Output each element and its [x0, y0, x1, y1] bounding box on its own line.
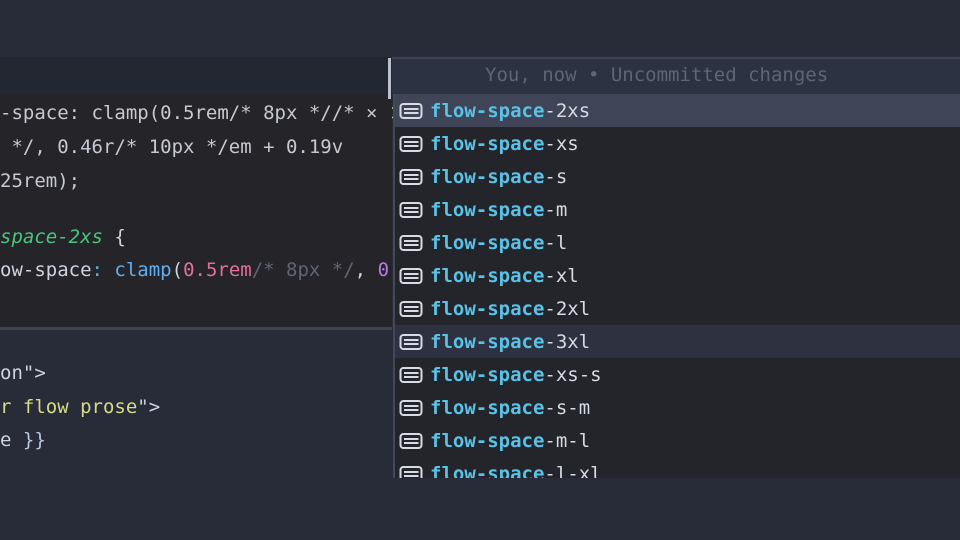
- code-token: 0: [378, 259, 389, 281]
- suggestion-item-flow-space-l[interactable]: flow-space-l: [395, 226, 960, 259]
- suggestion-item-flow-space-3xl[interactable]: flow-space-3xl: [395, 325, 960, 358]
- suggestion-match-text: flow-space: [430, 331, 544, 353]
- suggestion-item-flow-space-l-xl[interactable]: flow-space-l-xl: [395, 457, 960, 478]
- suggestion-kind-icon: [399, 102, 423, 120]
- docs-text-line: */, 0.46r/* 10px */em + 0.19v: [0, 130, 392, 164]
- suggestion-rest-text: -3xl: [544, 331, 590, 353]
- code-token: {: [103, 226, 126, 248]
- suggestion-item-flow-space-m[interactable]: flow-space-m: [395, 193, 960, 226]
- code-editor: on spot-color-primary flow-space"> You, …: [0, 0, 960, 540]
- suggestion-match-text: flow-space: [430, 298, 544, 320]
- docs-text-line: 25rem);: [0, 164, 392, 198]
- code-token: r flow prose: [0, 396, 137, 418]
- code-token: [103, 259, 114, 281]
- code-token: }}: [23, 429, 46, 451]
- code-token: ,: [355, 259, 378, 281]
- suggestion-item-flow-space-xs[interactable]: flow-space-xs: [395, 127, 960, 160]
- editor-line[interactable]: on">: [0, 357, 160, 391]
- suggestion-item-flow-space-2xl[interactable]: flow-space-2xl: [395, 292, 960, 325]
- suggestion-kind-icon: [399, 267, 423, 285]
- suggestion-item-flow-space-2xs[interactable]: flow-space-2xs: [395, 94, 960, 127]
- code-token: /* 8px */: [252, 259, 355, 281]
- suggestion-rest-text: -s-m: [544, 397, 590, 419]
- text-cursor: [388, 58, 391, 99]
- suggest-details-panel: -space: clamp(0.5rem/* 8px *//* × */, 0.…: [0, 94, 392, 330]
- suggestion-item-flow-space-m-l[interactable]: flow-space-m-l: [395, 424, 960, 457]
- suggestion-match-text: flow-space: [430, 430, 544, 452]
- suggestion-match-text: flow-space: [430, 199, 544, 221]
- editor-line[interactable]: r flow prose">: [0, 391, 160, 425]
- docs-text-line: -space: clamp(0.5rem/* 8px *//* ×: [0, 96, 392, 130]
- suggestion-match-text: flow-space: [430, 133, 544, 155]
- suggestion-kind-icon: [399, 300, 423, 318]
- code-token: :: [92, 259, 103, 281]
- suggestion-rest-text: -m-l: [544, 430, 590, 452]
- suggestion-item-flow-space-s[interactable]: flow-space-s: [395, 160, 960, 193]
- code-token: ow-space: [0, 259, 92, 281]
- code-token: clamp: [114, 259, 171, 281]
- suggestion-rest-text: -xl: [544, 265, 578, 287]
- editor-line[interactable]: e }}: [0, 424, 160, 458]
- suggestion-rest-text: -xs-s: [544, 364, 601, 386]
- suggestion-kind-icon: [399, 168, 423, 186]
- suggestion-rest-text: -l: [544, 232, 567, 254]
- code-token: on">: [0, 362, 46, 384]
- editor-code-block: on"> r flow prose"> e }}: [0, 357, 160, 458]
- suggestion-match-text: flow-space: [430, 232, 544, 254]
- docs-css-declaration-line: ow-space: clamp(0.5rem/* 8px */, 0: [0, 254, 392, 287]
- suggestion-kind-icon: [399, 366, 423, 384]
- suggestion-rest-text: -xs: [544, 133, 578, 155]
- code-token: space-2xs: [0, 226, 103, 248]
- suggestion-rest-text: -l-xl: [544, 463, 601, 479]
- suggestion-item-flow-space-xl[interactable]: flow-space-xl: [395, 259, 960, 292]
- suggestion-rest-text: -s: [544, 166, 567, 188]
- suggestion-match-text: flow-space: [430, 364, 544, 386]
- suggestion-kind-icon: [399, 333, 423, 351]
- suggestion-kind-icon: [399, 135, 423, 153]
- suggestion-kind-icon: [399, 201, 423, 219]
- suggestion-kind-icon: [399, 465, 423, 479]
- suggestion-match-text: flow-space: [430, 100, 544, 122]
- suggestion-match-text: flow-space: [430, 463, 544, 479]
- suggestion-rest-text: -2xs: [544, 100, 590, 122]
- suggestion-list[interactable]: flow-space-2xsflow-space-xsflow-space-sf…: [393, 94, 960, 478]
- suggestion-kind-icon: [399, 234, 423, 252]
- suggestion-match-text: flow-space: [430, 265, 544, 287]
- git-blame-annotation: You, now • Uncommitted changes: [485, 57, 828, 94]
- code-token: ">: [137, 396, 160, 418]
- suggestion-item-flow-space-s-m[interactable]: flow-space-s-m: [395, 391, 960, 424]
- docs-css-selector-line: space-2xs {: [0, 221, 392, 254]
- suggestion-rest-text: -m: [544, 199, 567, 221]
- code-token: e: [0, 429, 23, 451]
- suggestion-match-text: flow-space: [430, 397, 544, 419]
- suggestion-kind-icon: [399, 432, 423, 450]
- code-token: 0.5rem: [183, 259, 252, 281]
- suggestion-kind-icon: [399, 399, 423, 417]
- code-token: (: [172, 259, 183, 281]
- docs-spacer: [0, 198, 392, 221]
- suggestion-match-text: flow-space: [430, 166, 544, 188]
- editor-line-current[interactable]: on spot-color-primary flow-space">: [0, 57, 455, 94]
- suggestion-item-flow-space-xs-s[interactable]: flow-space-xs-s: [395, 358, 960, 391]
- suggestion-rest-text: -2xl: [544, 298, 590, 320]
